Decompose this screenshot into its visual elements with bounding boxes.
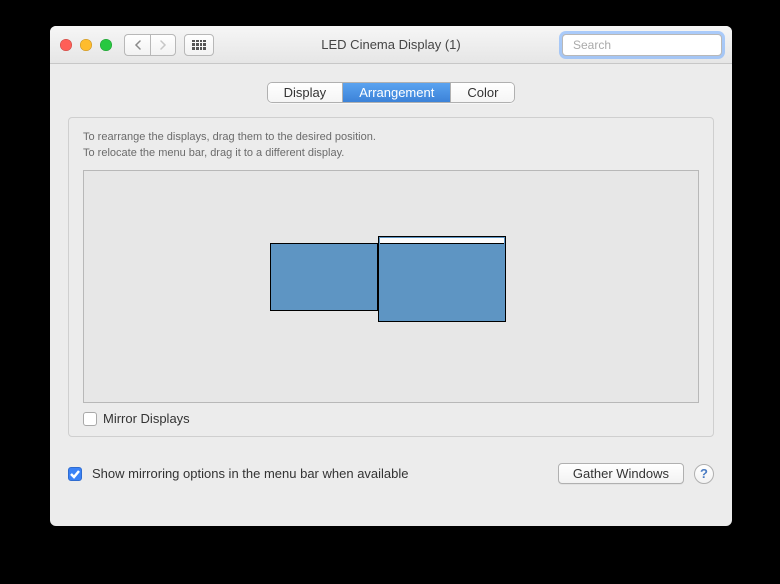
arrangement-panel: To rearrange the displays, drag them to … — [68, 117, 714, 437]
show-mirroring-label: Show mirroring options in the menu bar w… — [92, 466, 409, 481]
back-button[interactable] — [124, 34, 150, 56]
show-all-button[interactable] — [184, 34, 214, 56]
primary-display[interactable] — [378, 236, 506, 322]
window-controls — [60, 39, 112, 51]
window-body: Display Arrangement Color To rearrange t… — [50, 64, 732, 498]
close-icon[interactable] — [60, 39, 72, 51]
grid-icon — [192, 40, 206, 50]
chevron-left-icon — [134, 40, 142, 50]
secondary-display[interactable] — [270, 243, 378, 311]
forward-button[interactable] — [150, 34, 176, 56]
menu-bar-indicator[interactable] — [380, 238, 504, 244]
chevron-right-icon — [159, 40, 167, 50]
help-button[interactable]: ? — [694, 464, 714, 484]
tab-color[interactable]: Color — [451, 83, 514, 102]
tab-arrangement[interactable]: Arrangement — [343, 83, 451, 102]
search-field[interactable]: ✕ — [562, 34, 722, 56]
tabs: Display Arrangement Color — [68, 82, 714, 103]
instruction-line: To rearrange the displays, drag them to … — [83, 130, 699, 146]
mirror-displays-label: Mirror Displays — [103, 411, 190, 426]
zoom-icon[interactable] — [100, 39, 112, 51]
instruction-line: To relocate the menu bar, drag it to a d… — [83, 146, 699, 162]
tab-display[interactable]: Display — [268, 83, 344, 102]
show-mirroring-checkbox[interactable] — [68, 467, 82, 481]
nav-buttons — [124, 34, 176, 56]
mirror-displays-checkbox[interactable] — [83, 412, 97, 426]
minimize-icon[interactable] — [80, 39, 92, 51]
mirror-displays-row: Mirror Displays — [83, 411, 699, 426]
instructions: To rearrange the displays, drag them to … — [83, 130, 699, 162]
display-arrangement-area[interactable] — [83, 170, 699, 403]
footer: Show mirroring options in the menu bar w… — [68, 463, 714, 484]
titlebar: LED Cinema Display (1) ✕ — [50, 26, 732, 64]
preferences-window: LED Cinema Display (1) ✕ Display Arrange… — [50, 26, 732, 526]
search-input[interactable] — [573, 38, 728, 52]
gather-windows-button[interactable]: Gather Windows — [558, 463, 684, 484]
